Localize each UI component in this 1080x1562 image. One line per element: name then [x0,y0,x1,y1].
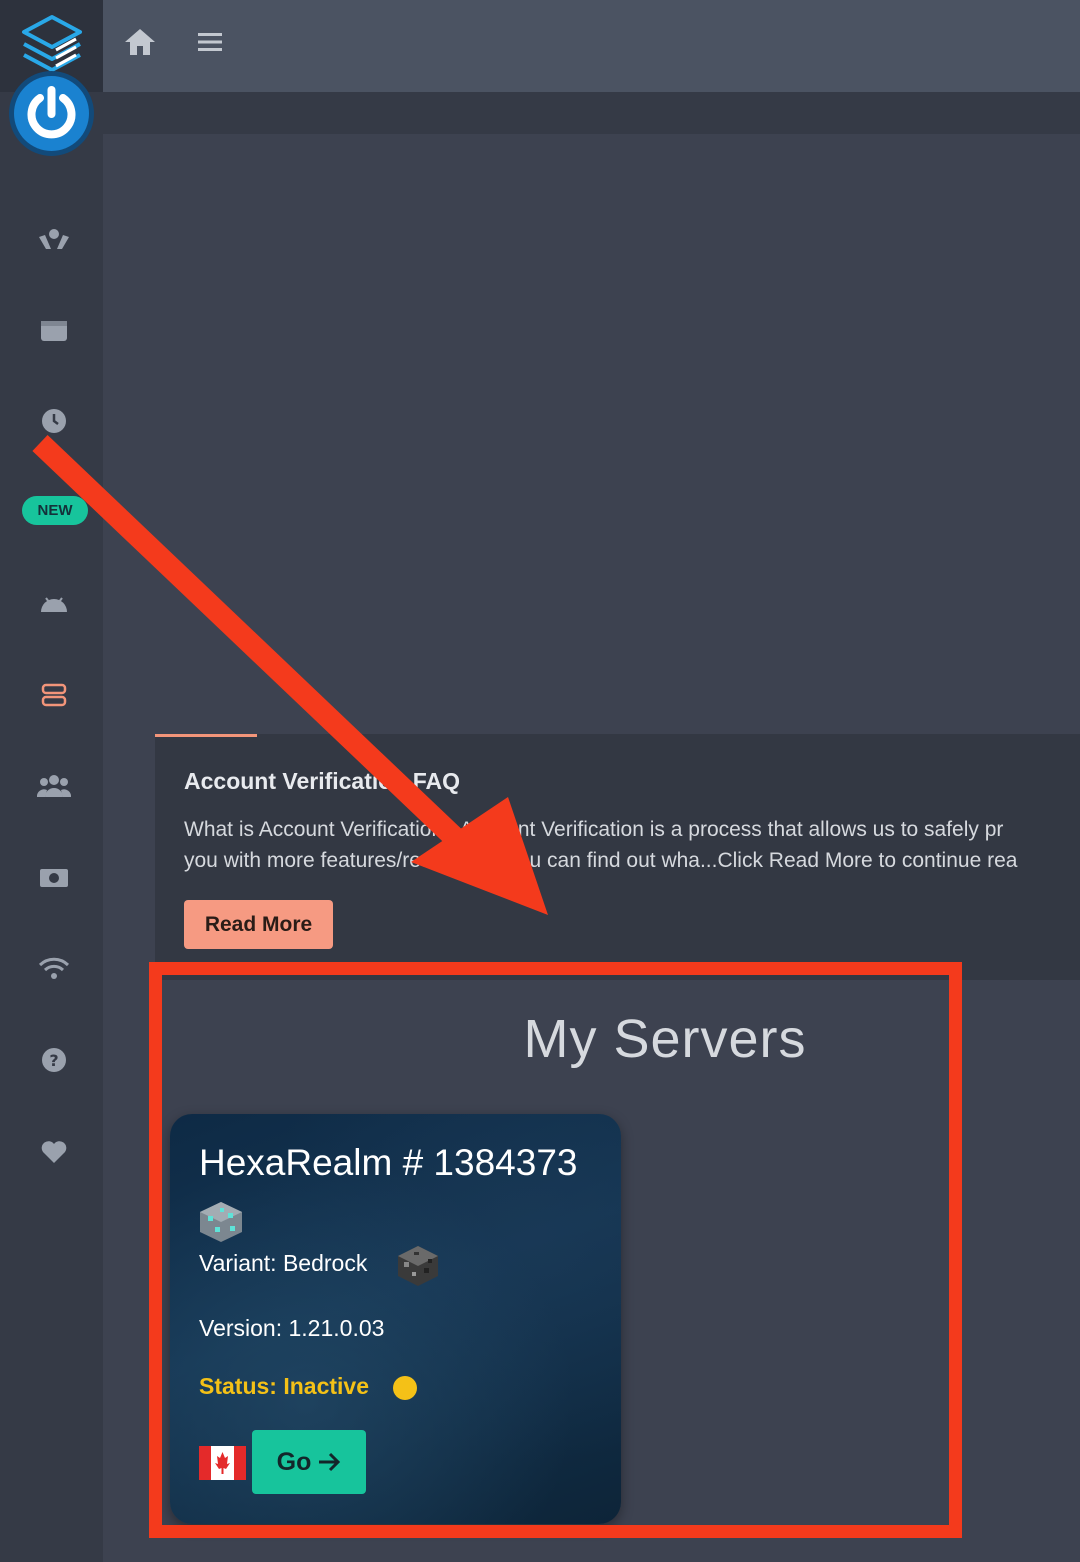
diamond-ore-icon [200,1202,242,1242]
wallet-icon[interactable] [26,302,82,358]
canada-flag-icon [199,1446,246,1480]
power-icon [27,86,76,139]
wifi-icon[interactable] [26,940,82,996]
money-icon[interactable] [26,850,82,906]
server-version: Version: 1.21.0.03 [199,1315,385,1341]
status-dot-icon [393,1376,417,1400]
arrow-right-icon [319,1452,341,1472]
read-more-button[interactable]: Read More [184,900,333,949]
server-card: HexaRealm # 1384373 Variant: Bedrock Ver… [170,1114,621,1524]
power-button[interactable] [14,76,89,151]
server-variant: Variant: Bedrock [199,1250,368,1276]
android-icon[interactable] [26,576,82,632]
faq-text-line: you with more features/resources. You ca… [184,849,1018,872]
server-status: Status: Inactive [199,1373,369,1399]
help-icon[interactable]: ? [26,1032,82,1088]
servers-title: My Servers [523,1009,807,1069]
top-bar [103,0,1080,92]
new-badge: NEW [22,496,88,525]
faq-accent-bar [155,734,257,737]
faq-title: Account Verification FAQ [184,768,461,794]
menu-icon[interactable] [190,22,230,62]
server-icon[interactable] [26,667,82,723]
hands-coin-icon[interactable] [26,212,82,268]
home-icon[interactable] [120,22,160,62]
server-name: HexaRealm # 1384373 [199,1142,578,1183]
faq-card: Account Verification FAQ What is Account… [155,734,1080,980]
content-area [103,134,1080,734]
go-button[interactable]: Go [252,1430,366,1494]
faq-text-line: What is Account Verification? Account Ve… [184,818,1004,841]
go-label: Go [276,1447,312,1476]
header-band [103,92,1080,134]
users-icon[interactable] [26,758,82,814]
svg-text:?: ? [49,1051,58,1070]
faq-text: What is Account Verification? Account Ve… [184,814,1080,876]
bedrock-block-icon [398,1246,438,1286]
heart-icon[interactable] [26,1124,82,1180]
sidebar: NEW ? [0,0,103,1562]
clock-icon[interactable] [26,393,82,449]
